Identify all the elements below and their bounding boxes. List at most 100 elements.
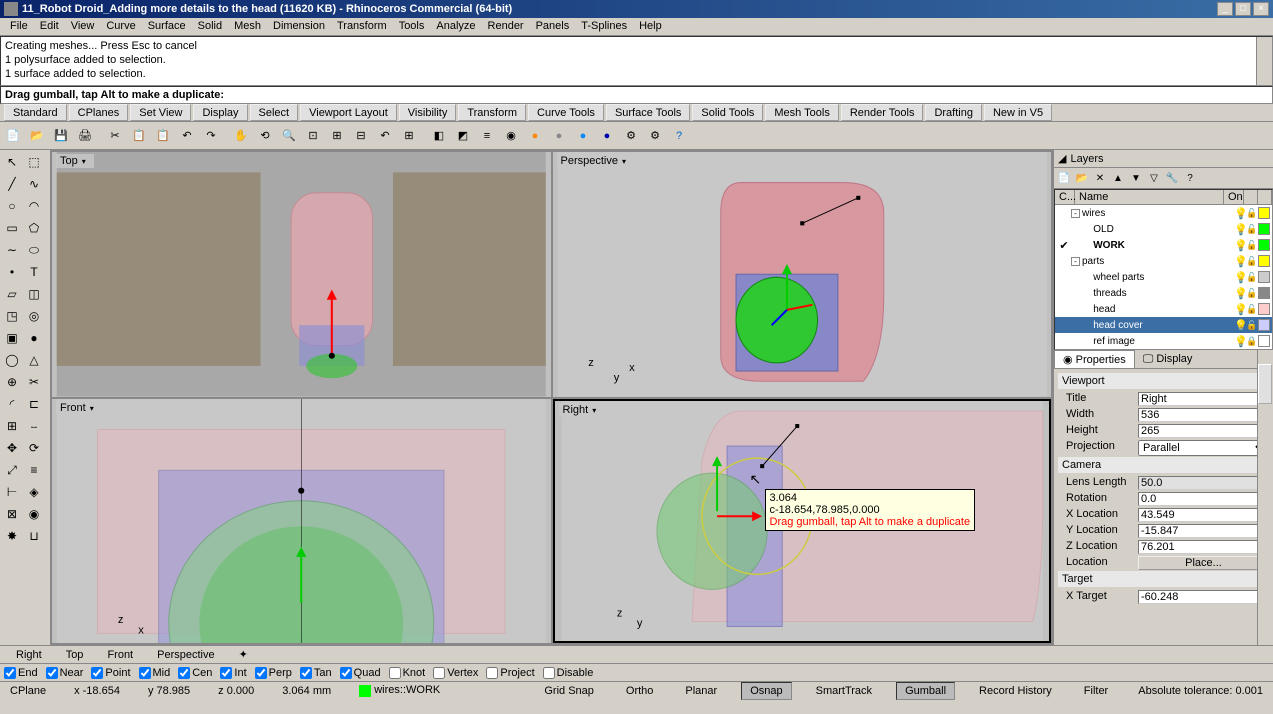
col-color[interactable] [1258,190,1272,204]
osnap-disable[interactable]: Disable [543,667,594,679]
menu-transform[interactable]: Transform [331,18,393,35]
extrude-icon[interactable]: ◳ [2,306,22,326]
viewport-label-right[interactable]: Right [559,403,605,417]
col-on[interactable]: On [1224,190,1244,204]
value-height[interactable]: 265 [1138,424,1269,438]
new-sublayer-icon[interactable]: 📂 [1074,170,1090,186]
value-zloc[interactable]: 76.201 [1138,540,1269,554]
zoom-window-icon[interactable]: ⊞ [326,125,348,147]
shade-icon[interactable]: ● [524,125,546,147]
move-down-icon[interactable]: ▼ [1128,170,1144,186]
curve-icon[interactable]: ∼ [2,240,22,260]
lightbulb-icon[interactable]: 💡 [1234,287,1246,300]
status-cplane[interactable]: CPlane [4,685,52,697]
zoom-icon[interactable]: 🔍 [278,125,300,147]
value-xtarget[interactable]: -60.248 [1138,590,1269,604]
menu-render[interactable]: Render [482,18,530,35]
layers-panel-header[interactable]: ◢ Layers [1054,150,1273,168]
filter-icon[interactable]: ▽ [1146,170,1162,186]
layer-name[interactable]: head cover [1071,320,1234,331]
open-icon[interactable]: 📂 [26,125,48,147]
lock-icon[interactable]: 🔓 [1246,240,1258,251]
osnap-cen[interactable]: Cen [178,667,212,679]
value-title[interactable]: Right [1138,392,1269,406]
array-icon[interactable]: ⊞ [2,416,22,436]
layer-color-swatch[interactable] [1258,223,1270,235]
options-icon[interactable]: ⚙ [620,125,642,147]
layer-name[interactable]: WORK [1071,240,1234,251]
viewport-perspective[interactable]: Perspective z y x [553,152,1052,397]
osnap-vertex[interactable]: Vertex [433,667,478,679]
properties-icon[interactable]: ◉ [500,125,522,147]
print-icon[interactable]: 🖨 [74,125,96,147]
history-scrollbar[interactable] [1256,37,1272,85]
sphere-icon[interactable]: ● [24,328,44,348]
osnap-tan[interactable]: Tan [300,667,332,679]
tab-render-tools[interactable]: Render Tools [841,104,924,121]
lock-icon[interactable]: 🔓 [1246,208,1258,219]
menu-surface[interactable]: Surface [142,18,192,35]
lightbulb-icon[interactable]: 💡 [1234,335,1246,348]
tab-new-v5[interactable]: New in V5 [984,104,1052,121]
menu-tsplines[interactable]: T-Splines [575,18,633,35]
viewport-label-perspective[interactable]: Perspective [557,154,635,168]
maximize-button[interactable]: □ [1235,2,1251,16]
layer-current[interactable]: ✔ [1057,239,1071,252]
properties-scrollbar[interactable] [1257,350,1273,645]
menu-dimension[interactable]: Dimension [267,18,331,35]
redo-icon[interactable]: ↷ [200,125,222,147]
lock-icon[interactable]: 🔓 [1246,288,1258,299]
zoom-selected-icon[interactable]: ⊟ [350,125,372,147]
tab-solid-tools[interactable]: Solid Tools [692,104,763,121]
toggle-gridsnap[interactable]: Grid Snap [536,683,602,699]
viewport-right[interactable]: Right z y ↖ 3.064 c-18.654,78.985 [553,399,1052,644]
value-yloc[interactable]: -15.847 [1138,524,1269,538]
scale-icon[interactable]: ⤢ [2,460,22,480]
lightbulb-icon[interactable]: 💡 [1234,255,1246,268]
col-lock[interactable] [1244,190,1258,204]
toggle-planar[interactable]: Planar [677,683,725,699]
layer-row[interactable]: ✔ WORK 💡 🔓 [1055,237,1272,253]
pan-icon[interactable]: ✋ [230,125,252,147]
tab-standard[interactable]: Standard [4,104,67,121]
lock-icon[interactable]: 🔒 [1246,336,1258,347]
tab-visibility[interactable]: Visibility [399,104,457,121]
close-button[interactable]: × [1253,2,1269,16]
lock-icon[interactable]: 🔓 [1246,304,1258,315]
lightbulb-icon[interactable]: 💡 [1234,239,1246,252]
rendered-icon[interactable]: ● [596,125,618,147]
menu-mesh[interactable]: Mesh [228,18,267,35]
join-icon[interactable]: ⊔ [24,526,44,546]
layer-row[interactable]: ref image 💡 🔒 [1055,333,1272,349]
rect-icon[interactable]: ▭ [2,218,22,238]
rotate-icon[interactable]: ⟲ [254,125,276,147]
lock-icon[interactable]: 🔓 [1246,224,1258,235]
col-name[interactable]: Name [1075,190,1224,204]
lightbulb-icon[interactable]: 💡 [1234,303,1246,316]
lock-icon[interactable]: 🔓 [1246,320,1258,331]
menu-analyze[interactable]: Analyze [430,18,481,35]
layer-color-swatch[interactable] [1258,319,1270,331]
layer-color-swatch[interactable] [1258,207,1270,219]
tab-select[interactable]: Select [250,104,299,121]
tab-mesh-tools[interactable]: Mesh Tools [765,104,838,121]
new-layer-icon[interactable]: 📄 [1056,170,1072,186]
layers-icon[interactable]: ≡ [476,125,498,147]
value-xloc[interactable]: 43.549 [1138,508,1269,522]
status-layer[interactable]: wires::WORK [353,684,446,696]
menu-edit[interactable]: Edit [34,18,65,35]
offset-icon[interactable]: ⊏ [24,394,44,414]
vptab-add[interactable]: ✦ [227,646,260,663]
tab-surface-tools[interactable]: Surface Tools [606,104,690,121]
viewport-label-front[interactable]: Front [56,401,102,415]
layer-name[interactable]: ref image [1071,336,1234,347]
rotate-tool-icon[interactable]: ⟳ [24,438,44,458]
grid-icon[interactable]: ⊞ [398,125,420,147]
tab-setview[interactable]: Set View [130,104,191,121]
mirror-icon[interactable]: ⧿ [24,416,44,436]
vptab-front[interactable]: Front [95,647,145,663]
tab-curve-tools[interactable]: Curve Tools [528,104,604,121]
lock-icon[interactable]: 🔓 [1246,272,1258,283]
zoom-extents-icon[interactable]: ⊡ [302,125,324,147]
move-icon[interactable]: ✥ [2,438,22,458]
